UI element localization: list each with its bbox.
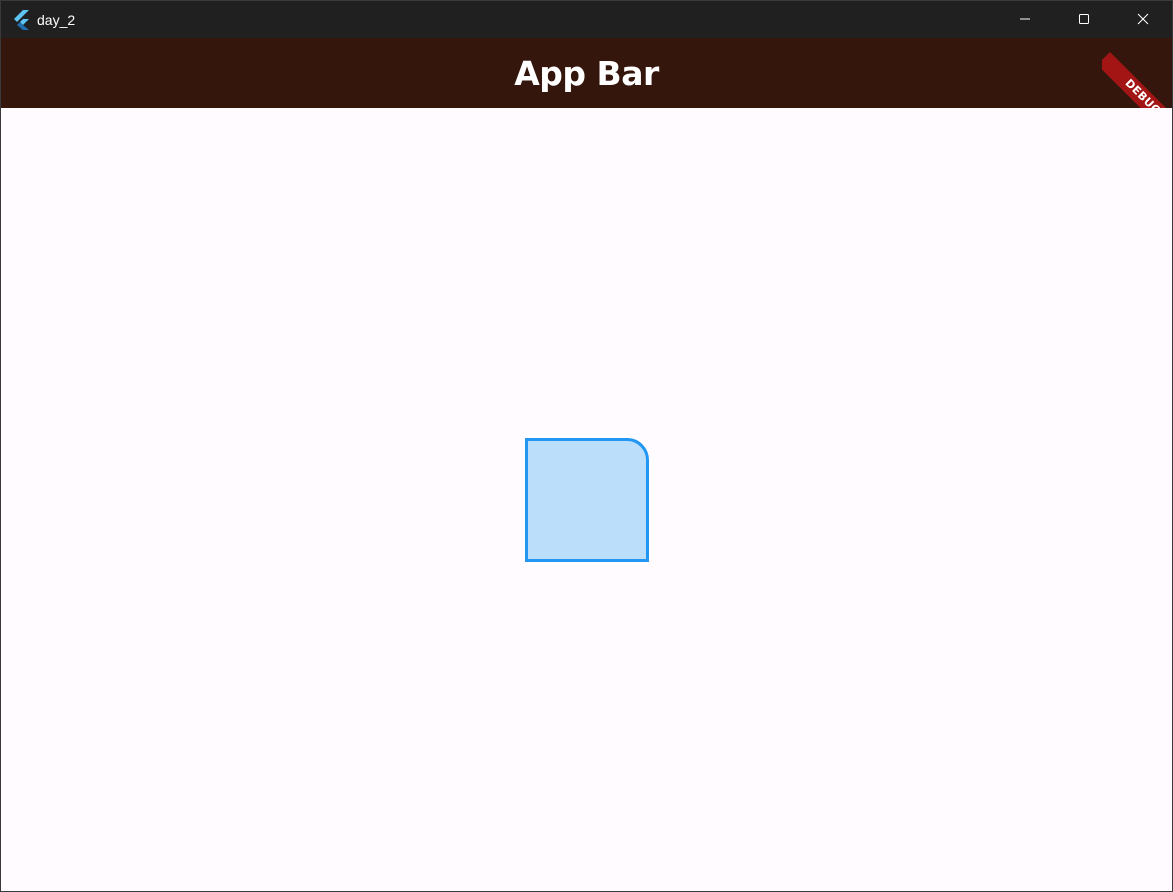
- window-controls: [995, 1, 1172, 38]
- blue-rounded-container: [525, 438, 649, 562]
- close-icon: [1137, 10, 1149, 29]
- window-titlebar[interactable]: day_2: [1, 1, 1172, 38]
- scaffold-body: [1, 108, 1172, 891]
- maximize-icon: [1078, 10, 1090, 29]
- app-bar: App Bar DEBUG: [1, 38, 1172, 108]
- debug-banner-label: DEBUG: [1102, 52, 1172, 108]
- app-bar-title: App Bar: [514, 54, 659, 93]
- close-button[interactable]: [1113, 1, 1172, 38]
- window-title: day_2: [37, 12, 76, 28]
- minimize-icon: [1019, 10, 1031, 29]
- minimize-button[interactable]: [995, 1, 1054, 38]
- flutter-logo-icon: [12, 10, 31, 30]
- debug-banner: DEBUG: [1102, 38, 1172, 108]
- maximize-button[interactable]: [1054, 1, 1113, 38]
- app-window: day_2 App Bar DEBUG: [0, 0, 1173, 892]
